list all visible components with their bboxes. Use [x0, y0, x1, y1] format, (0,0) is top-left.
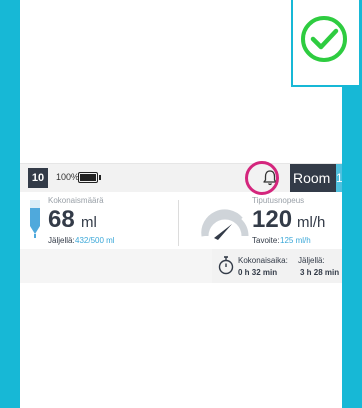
- time-strip-empty: [20, 249, 212, 283]
- bed-number-badge: 10: [28, 168, 48, 188]
- room-tab[interactable]: Room 1: [290, 164, 336, 214]
- rate-label: Tiputusnopeus: [252, 196, 305, 205]
- check-circle-icon: [301, 16, 347, 62]
- volume-remaining-label: Jäljellä:: [48, 236, 75, 245]
- status-indicator-inner: [293, 0, 359, 85]
- rate-value: 120: [252, 206, 293, 233]
- remaining-time-label: Jäljellä:: [298, 256, 325, 265]
- alarm-highlight-ring: [245, 161, 279, 195]
- volume-value: 68: [48, 206, 75, 233]
- volume-unit: ml: [81, 214, 97, 231]
- remaining-time-value: 3 h 28 min: [300, 268, 340, 277]
- timer-icon: [218, 256, 234, 275]
- rate-target-value: 125 ml/h: [280, 236, 311, 245]
- room-label: Room 1: [293, 170, 331, 214]
- section-divider: [178, 200, 179, 246]
- rate-unit: ml/h: [297, 214, 326, 231]
- battery-icon: [78, 172, 101, 183]
- battery-percent: 100%: [56, 172, 80, 182]
- iv-bag-icon: [30, 200, 40, 238]
- total-time-value: 0 h 32 min: [238, 268, 278, 277]
- volume-remaining-value: 432/500 ml: [75, 236, 115, 245]
- total-time-label: Kokonaisaika:: [238, 256, 288, 265]
- pump-panel[interactable]: 10 100% Room 1 1 Kokonaismäärä 68 ml Jäl…: [20, 161, 342, 283]
- gauge-icon: [201, 209, 249, 240]
- room-tab-secondary-label: 1: [336, 171, 342, 185]
- volume-label: Kokonaismäärä: [48, 196, 104, 205]
- rate-target-label: Tavoite:: [252, 236, 280, 245]
- status-indicator: [291, 0, 362, 87]
- room-tab-secondary[interactable]: 1: [336, 164, 342, 192]
- status-bar: 10 100% Room 1 1: [20, 161, 342, 214]
